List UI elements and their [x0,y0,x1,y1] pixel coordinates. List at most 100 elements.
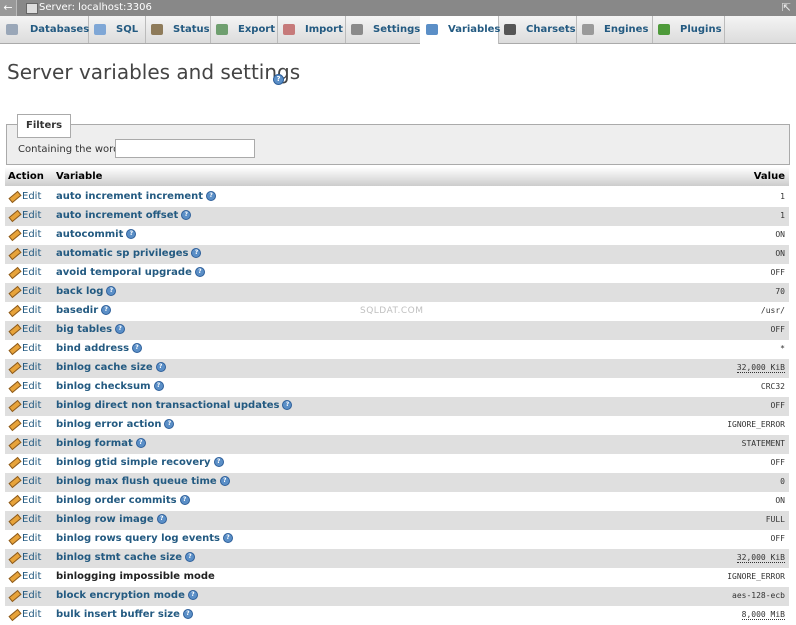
pencil-icon[interactable] [8,304,22,318]
variable-name-text: big tables [56,324,113,335]
help-icon[interactable]: ? [179,495,190,505]
edit-link[interactable]: Edit [22,533,41,544]
server-icon [26,3,38,14]
help-icon[interactable]: ? [222,533,233,543]
tab-sql[interactable]: SQL [88,16,146,43]
help-icon[interactable]: ? [181,210,192,220]
edit-link[interactable]: Edit [22,419,41,430]
back-arrow-icon[interactable]: ← [0,0,17,16]
pencil-icon[interactable] [8,380,22,394]
tab-label: Import [305,24,343,35]
pencil-icon[interactable] [8,285,22,299]
edit-link[interactable]: Edit [22,590,41,601]
table-row: Edit auto increment offset? 1 [5,207,789,226]
edit-link[interactable]: Edit [22,343,41,354]
pencil-icon[interactable] [8,190,22,204]
table-row: Edit binlog checksum? CRC32 [5,378,789,397]
help-icon[interactable]: ? [155,362,166,372]
tab-variables[interactable]: Variables [420,16,500,44]
collapse-icon[interactable]: ⇱ [782,0,791,16]
edit-link[interactable]: Edit [22,248,41,259]
help-icon[interactable]: ? [273,74,284,85]
tab-engines[interactable]: Engines [576,16,653,43]
edit-link[interactable]: Edit [22,191,41,202]
pencil-icon[interactable] [8,361,22,375]
pencil-icon[interactable] [8,589,22,603]
edit-link[interactable]: Edit [22,381,41,392]
variable-value: ON [775,496,785,505]
filter-word-input[interactable] [115,139,255,158]
variable-name-text: binlog order commits [56,495,177,506]
pencil-icon[interactable] [8,551,22,565]
help-icon[interactable]: ? [191,248,202,258]
edit-link[interactable]: Edit [22,571,41,582]
pencil-icon[interactable] [8,342,22,356]
edit-link[interactable]: Edit [22,324,41,335]
help-icon[interactable]: ? [187,590,198,600]
table-row: Edit binlogging impossible mode IGNORE_ERR… [5,568,789,587]
pencil-icon[interactable] [8,399,22,413]
help-icon[interactable]: ? [106,286,117,296]
edit-link[interactable]: Edit [22,362,41,373]
tab-status[interactable]: Status [145,16,211,43]
help-icon[interactable]: ? [153,381,164,391]
edit-link[interactable]: Edit [22,286,41,297]
help-icon[interactable]: ? [164,419,175,429]
edit-link[interactable]: Edit [22,457,41,468]
pencil-icon[interactable] [8,513,22,527]
help-icon[interactable]: ? [185,552,196,562]
edit-link[interactable]: Edit [22,495,41,506]
edit-link[interactable]: Edit [22,229,41,240]
pencil-icon[interactable] [8,323,22,337]
pencil-icon[interactable] [8,247,22,261]
tab-import[interactable]: Import [277,16,346,43]
variable-name: bind address? [56,343,143,354]
tab-databases[interactable]: Databases [0,16,89,43]
edit-link[interactable]: Edit [22,400,41,411]
edit-link[interactable]: Edit [22,552,41,563]
help-icon[interactable]: ? [206,191,217,201]
edit-link[interactable]: Edit [22,609,41,620]
tab-charsets[interactable]: Charsets [498,16,577,43]
pencil-icon[interactable] [8,608,22,622]
tab-label: Databases [30,24,90,35]
help-icon[interactable]: ? [135,438,146,448]
page-title: Server variables and settings [7,60,301,84]
edit-link[interactable]: Edit [22,305,41,316]
pencil-icon[interactable] [8,494,22,508]
variable-name: binlog format? [56,438,146,449]
help-icon[interactable]: ? [182,609,193,619]
pencil-icon[interactable] [8,456,22,470]
pencil-icon[interactable] [8,266,22,280]
pencil-icon[interactable] [8,418,22,432]
database-icon [6,24,18,35]
edit-link[interactable]: Edit [22,438,41,449]
variable-value: OFF [770,268,785,277]
help-icon[interactable]: ? [219,476,230,486]
help-icon[interactable]: ? [126,229,137,239]
pencil-icon[interactable] [8,570,22,584]
help-icon[interactable]: ? [282,400,293,410]
help-icon[interactable]: ? [115,324,126,334]
help-icon[interactable]: ? [101,305,112,315]
tab-plugins[interactable]: Plugins [652,16,725,43]
pencil-icon[interactable] [8,209,22,223]
pencil-icon[interactable] [8,437,22,451]
edit-link[interactable]: Edit [22,514,41,525]
edit-link[interactable]: Edit [22,267,41,278]
variable-name: binlog checksum? [56,381,164,392]
help-icon[interactable]: ? [132,343,143,353]
help-icon[interactable]: ? [213,457,224,467]
variable-name-text: binlog stmt cache size [56,552,183,563]
tab-settings[interactable]: Settings [345,16,421,43]
edit-link[interactable]: Edit [22,476,41,487]
edit-link[interactable]: Edit [22,210,41,221]
pencil-icon[interactable] [8,475,22,489]
variable-name: back log? [56,286,117,297]
help-icon[interactable]: ? [194,267,205,277]
tab-export[interactable]: Export [210,16,278,43]
pencil-icon[interactable] [8,228,22,242]
variable-name: binlog direct non transactional updates? [56,400,293,411]
help-icon[interactable]: ? [156,514,167,524]
pencil-icon[interactable] [8,532,22,546]
